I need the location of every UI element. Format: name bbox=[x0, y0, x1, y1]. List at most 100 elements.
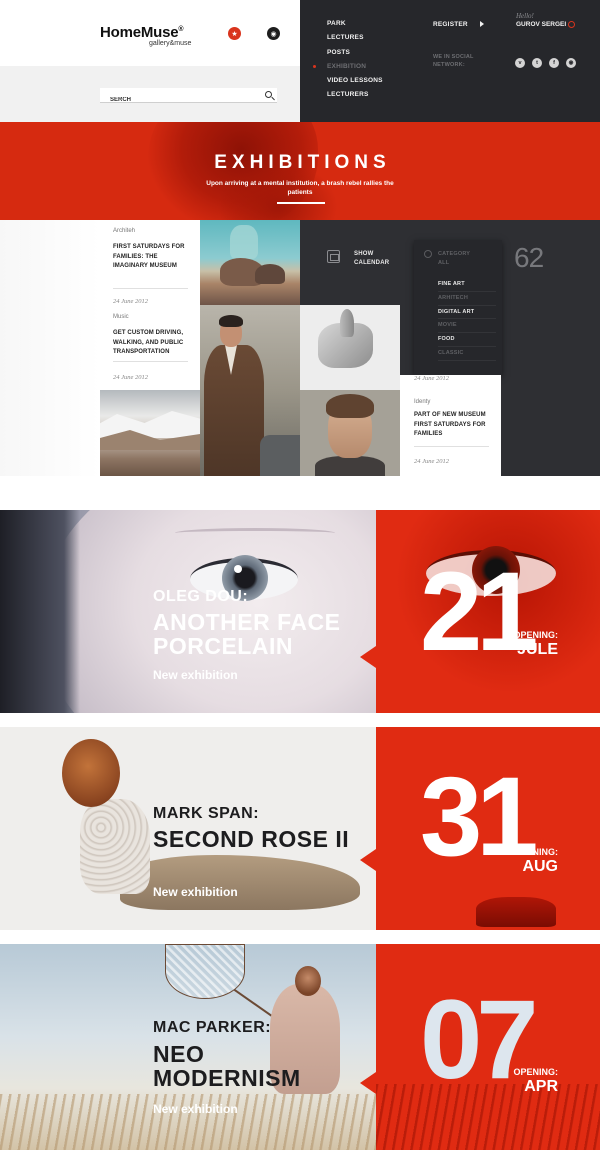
greeting: Hello! bbox=[516, 12, 534, 20]
exhibition-month: JULE bbox=[517, 641, 558, 658]
user-name[interactable]: GUROV SERGEI bbox=[516, 21, 566, 28]
category-item-food[interactable]: FOOD bbox=[438, 333, 496, 347]
exhibition-banner[interactable]: OLEG DOU: ANOTHER FACE PORCELAIN New exh… bbox=[0, 510, 600, 713]
category-dropdown[interactable]: CATEGORY ALL FINE ART ARHITECH DIGITAL A… bbox=[414, 240, 502, 375]
exhibition-woman-head bbox=[295, 966, 321, 996]
exhibition-artist: OLEG DOU: bbox=[153, 588, 249, 605]
post-category: Identy bbox=[414, 399, 431, 405]
favorites-star-icon[interactable]: ★ bbox=[228, 27, 241, 40]
photo-snow-ridge bbox=[100, 411, 200, 438]
exhibition-banner[interactable]: MAC PARKER: NEO MODERNISM New exhibition… bbox=[0, 944, 600, 1150]
search-icon[interactable] bbox=[265, 91, 272, 98]
post-divider bbox=[113, 361, 188, 362]
photo-man-car bbox=[260, 435, 300, 476]
nav-item-park[interactable]: PARK bbox=[327, 20, 383, 34]
exhibition-counter: 62 bbox=[514, 242, 544, 273]
photo-face-shirt bbox=[315, 456, 385, 476]
post-card[interactable]: 24 June 2012 Identy PART OF NEW MUSEUM F… bbox=[400, 375, 501, 476]
register-label: REGISTER bbox=[433, 21, 468, 28]
logout-power-icon[interactable] bbox=[568, 21, 575, 28]
exhibition-title-line: SECOND ROSE II bbox=[153, 826, 350, 852]
exhibition-title[interactable]: NEO MODERNISM bbox=[153, 1042, 301, 1090]
photo-man-in-suit[interactable] bbox=[200, 305, 300, 476]
category-item-classic[interactable]: CLASSIC bbox=[438, 347, 496, 361]
exhibition-opening-label: OPENING: bbox=[513, 630, 558, 640]
exhibition-title-line: PORCELAIN bbox=[153, 633, 293, 659]
exhibition-hair bbox=[0, 510, 80, 713]
exhibition-title-line: NEO bbox=[153, 1041, 205, 1067]
social-label: WE IN SOCIAL NETWORK: bbox=[433, 54, 474, 68]
exhibition-banner[interactable]: MARK SPAN: SECOND ROSE II New exhibition… bbox=[0, 727, 600, 930]
header-logo-bar: HomeMuse® gallery&muse ★ ◉ bbox=[0, 0, 300, 66]
search-bar bbox=[100, 88, 277, 108]
exhibition-figure-shoe bbox=[476, 897, 556, 927]
exhibition-title[interactable]: SECOND ROSE II bbox=[153, 827, 349, 851]
nav-item-exhibition[interactable]: EXHIBITION bbox=[313, 63, 383, 77]
search-input[interactable] bbox=[100, 92, 250, 108]
category-item-fine-art[interactable]: FINE ART bbox=[438, 278, 496, 292]
post-title[interactable]: FIRST SATURDAYS FOR FAMILIES: THE IMAGIN… bbox=[113, 243, 193, 272]
hero-divider bbox=[277, 202, 325, 204]
exhibition-brow bbox=[175, 528, 335, 538]
exhibition-month: APR bbox=[524, 1078, 558, 1095]
play-arrow-icon bbox=[479, 21, 484, 28]
post-card[interactable]: Music GET CUSTOM DRIVING, WALKING, AND P… bbox=[113, 314, 193, 381]
photo-rocks-shore[interactable] bbox=[200, 220, 300, 305]
post-date: 24 June 2012 bbox=[113, 298, 149, 305]
photo-man-body bbox=[204, 345, 264, 476]
calendar-icon[interactable] bbox=[327, 250, 340, 263]
site-logo[interactable]: HomeMuse® bbox=[100, 24, 184, 41]
post-title[interactable]: PART OF NEW MUSEUM FIRST SATURDAYS FOR F… bbox=[414, 411, 494, 440]
register-link[interactable]: REGISTER bbox=[433, 21, 484, 28]
nav-item-lecturers[interactable]: LECTURERS bbox=[327, 91, 383, 105]
exhibition-subtitle: New exhibition bbox=[153, 668, 238, 682]
grid-left-gutter bbox=[0, 220, 100, 476]
header-brand-area: HomeMuse® gallery&muse ★ ◉ bbox=[0, 0, 300, 122]
vimeo-icon[interactable]: v bbox=[515, 58, 525, 68]
exhibition-artist: MARK SPAN: bbox=[153, 805, 260, 822]
exhibition-title[interactable]: ANOTHER FACE PORCELAIN bbox=[153, 610, 340, 658]
exhibition-month: AUG bbox=[522, 858, 558, 875]
post-divider bbox=[113, 288, 188, 289]
exhibition-figure-pants bbox=[120, 855, 360, 910]
show-calendar-link[interactable]: SHOW CALENDAR bbox=[354, 250, 394, 268]
post-title[interactable]: GET CUSTOM DRIVING, WALKING, AND PUBLIC … bbox=[113, 329, 193, 358]
facebook-icon[interactable]: f bbox=[549, 58, 559, 68]
nav-item-posts[interactable]: POSTS bbox=[327, 49, 383, 63]
photo-snowy-mountains[interactable] bbox=[100, 390, 200, 476]
photo-young-man[interactable] bbox=[300, 390, 400, 476]
category-item-digital-art[interactable]: DIGITAL ART bbox=[438, 306, 496, 320]
exhibition-artist: MAC PARKER: bbox=[153, 1019, 272, 1036]
category-item-arhitech[interactable]: ARHITECH bbox=[438, 292, 496, 306]
post-divider bbox=[414, 446, 489, 447]
category-list: FINE ART ARHITECH DIGITAL ART MOVIE FOOD… bbox=[438, 278, 496, 361]
exhibition-title-line: ANOTHER FACE bbox=[153, 609, 341, 635]
exhibition-net bbox=[165, 944, 245, 999]
exhibitions-hero-banner: EXHIBITIONS Upon arriving at a mental in… bbox=[0, 122, 600, 220]
exhibition-notch bbox=[360, 1072, 376, 1094]
exhibition-figure-lace bbox=[80, 799, 150, 894]
photo-rocks-figure bbox=[230, 225, 258, 259]
category-item-movie[interactable]: MOVIE bbox=[438, 319, 496, 334]
photo-thumbs-up[interactable] bbox=[300, 305, 400, 390]
post-date: 24 June 2012 bbox=[113, 374, 149, 381]
rss-icon[interactable]: ◉ bbox=[267, 27, 280, 40]
post-date: 24 June 2012 bbox=[414, 375, 450, 382]
header-nav-area: PARK LECTURES POSTS EXHIBITION VIDEO LES… bbox=[300, 0, 600, 122]
nav-item-video-lessons[interactable]: VIDEO LESSONS bbox=[327, 77, 383, 91]
post-card[interactable]: Architeh FIRST SATURDAYS FOR FAMILIES: T… bbox=[113, 228, 193, 305]
main-nav: PARK LECTURES POSTS EXHIBITION VIDEO LES… bbox=[313, 20, 383, 106]
exhibition-notch bbox=[360, 849, 376, 871]
logo-subtitle: gallery&muse bbox=[149, 40, 192, 47]
logo-registered-mark: ® bbox=[178, 26, 184, 33]
rss-feed-icon[interactable]: ◉ bbox=[566, 58, 576, 68]
twitter-icon[interactable]: t bbox=[532, 58, 542, 68]
exhibition-opening-label: OPENING: bbox=[513, 847, 558, 857]
nav-item-lectures[interactable]: LECTURES bbox=[327, 34, 383, 48]
photo-man-hair bbox=[219, 315, 243, 327]
hero-title: EXHIBITIONS bbox=[214, 152, 391, 173]
exhibition-title-line: MODERNISM bbox=[153, 1065, 301, 1091]
post-category: Music bbox=[113, 314, 129, 320]
photo-thumb bbox=[340, 309, 354, 337]
hero-subtitle: Upon arriving at a mental institution, a… bbox=[206, 180, 394, 196]
